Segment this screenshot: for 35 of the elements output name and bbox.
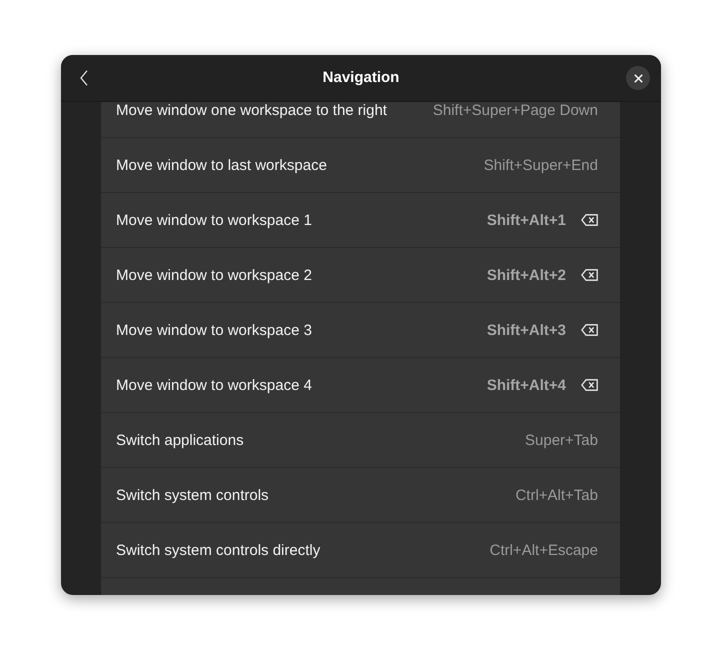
backspace-icon[interactable]	[581, 214, 598, 226]
shortcut-row[interactable]: Move window to last workspace Shift+Super+End	[101, 138, 620, 193]
action-label: Move window to workspace 2	[116, 268, 312, 282]
action-label: Move window to last workspace	[116, 158, 327, 172]
shortcut-row[interactable]: Move window to workspace 3 Shift+Alt+3	[101, 303, 620, 358]
shortcut-row[interactable]: Switch system controls Ctrl+Alt+Tab	[101, 468, 620, 523]
shortcut-row[interactable]: Move window to workspace 4 Shift+Alt+4	[101, 358, 620, 413]
shortcut-row[interactable]: Switch applications Super+Tab	[101, 413, 620, 468]
action-label: Switch system controls	[116, 488, 269, 502]
close-icon[interactable]	[634, 74, 642, 82]
action-label: Switch system controls directly	[116, 542, 320, 558]
backspace-icon[interactable]	[581, 324, 598, 336]
shortcut-row[interactable]: Move window to workspace 1 Shift+Alt+1	[101, 193, 620, 248]
shortcut-label: Shift+Super+End	[484, 158, 598, 172]
window-title: Navigation	[322, 68, 400, 88]
chevron-left-icon[interactable]	[80, 70, 88, 86]
shortcut-label: Shift+Alt+3	[486, 322, 566, 338]
shortcut-row[interactable]: Switch system controls directly Ctrl+Alt+Escape	[101, 523, 620, 578]
shortcut-row[interactable]: Move window one workspace to the right Shift+Super+Page Down	[101, 102, 620, 138]
action-label: Move window to workspace 3	[116, 322, 312, 338]
shortcut-label: Super+Tab	[525, 432, 598, 448]
shortcut-label: Shift+Alt+2	[486, 268, 566, 282]
action-label: Move window one workspace to the right	[116, 102, 387, 118]
action-label: Move window to workspace 4	[116, 378, 312, 392]
backspace-icon[interactable]	[581, 269, 598, 281]
action-label: Switch applications	[116, 432, 244, 448]
shortcut-label: Ctrl+Alt+Tab	[515, 488, 598, 502]
shortcut-row[interactable]: Move window to workspace 2 Shift+Alt+2	[101, 248, 620, 303]
backspace-icon[interactable]	[581, 379, 598, 391]
shortcut-label: Shift+Alt+1	[486, 212, 566, 228]
shortcut-label: Shift+Super+Page Down	[432, 102, 598, 118]
close-button[interactable]	[626, 66, 650, 90]
action-label: Move window to workspace 1	[116, 212, 312, 228]
shortcut-label: Shift+Alt+4	[486, 378, 566, 392]
shortcut-label: Ctrl+Alt+Escape	[490, 542, 598, 558]
